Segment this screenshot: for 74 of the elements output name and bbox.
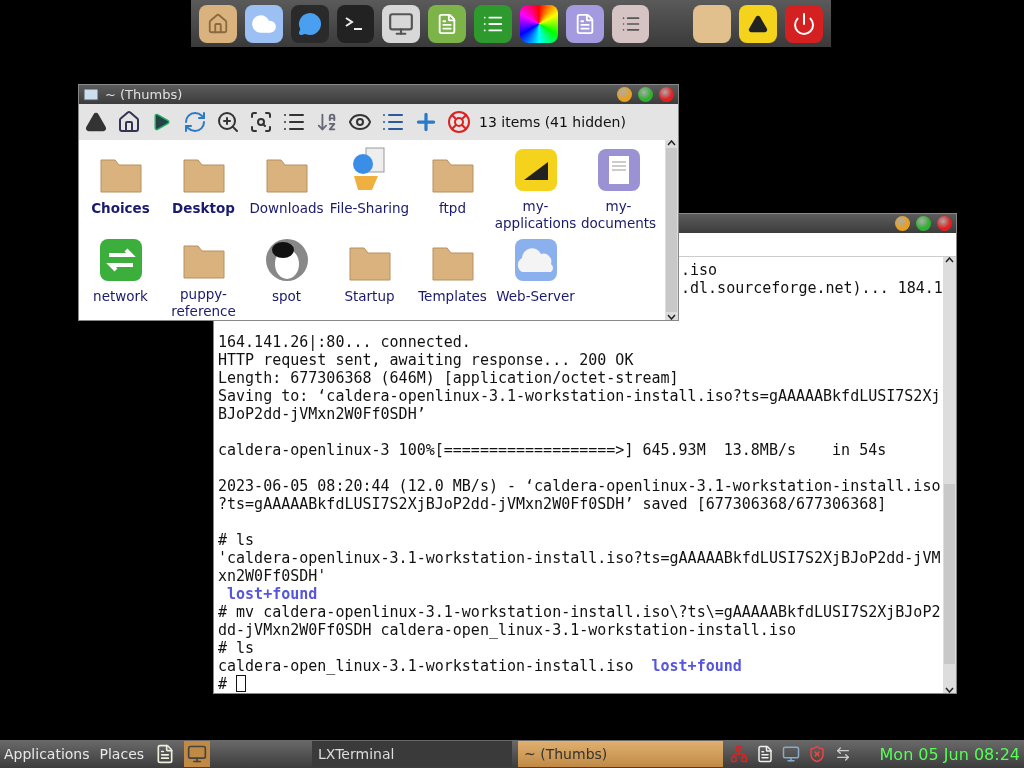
menu-button[interactable]: Applications xyxy=(2,746,92,762)
minimize-button[interactable] xyxy=(617,87,632,102)
folder-icon[interactable] xyxy=(199,4,237,43)
cloud-icon xyxy=(513,238,558,282)
zoom-fit-icon[interactable] xyxy=(248,109,274,135)
zoom-in-icon[interactable] xyxy=(215,109,241,135)
terminal-line: Length: 677306368 (646M) [application/octet-stream] xyxy=(218,369,679,387)
file-label[interactable]: Templates xyxy=(418,288,487,305)
terminal-line: # xyxy=(218,675,228,693)
file-label[interactable]: my-applications xyxy=(494,198,577,232)
terminal-line: caldera-open_linux-3.1-workstation-install.iso xyxy=(218,657,635,675)
close-button[interactable] xyxy=(937,216,952,232)
terminal-line: # ls xyxy=(218,531,255,549)
terminal-line: Saving to: ‘caldera-openlinux-3.1-workstation-install.iso?ts=gAAAAABkfdLUSI7S2Xj xyxy=(218,387,941,405)
scrollbar[interactable] xyxy=(665,140,678,320)
task-button[interactable]: ~ (Thumbs) xyxy=(518,741,724,767)
file-label[interactable]: Choices xyxy=(91,200,150,217)
file-label[interactable]: Startup xyxy=(344,288,395,305)
menu-button[interactable]: Places xyxy=(97,746,147,762)
maximize-button[interactable] xyxy=(638,87,653,102)
terminal-line: 2023-06-05 08:20:44 (12.0 MB/s) - ‘caldera-openlinux-3.1-workstation-install.iso xyxy=(218,477,941,495)
document-icon xyxy=(596,148,641,192)
home-icon[interactable] xyxy=(116,109,142,135)
chat-icon[interactable] xyxy=(290,4,329,43)
terminal-line: caldera-openlinux-3 100%[===================>] 645.93M 13.8MB/s in 54s xyxy=(218,441,887,459)
maximize-button[interactable] xyxy=(916,216,931,232)
scroll-down-icon[interactable] xyxy=(945,687,954,693)
folder-icon xyxy=(83,87,99,102)
desktop-icon[interactable] xyxy=(184,741,211,767)
status-text: 13 items (41 hidden) xyxy=(479,114,626,130)
scroll-up-icon[interactable] xyxy=(667,140,676,146)
refresh-icon[interactable] xyxy=(182,109,208,135)
terminal-line: # ls xyxy=(218,639,255,657)
document-icon[interactable] xyxy=(428,4,467,43)
terminal-line: ?ts=gAAAAABkfdLUSI7S2XjBJoP2dd-jVMxn2W0Ff0SDH’ saved [677306368/677306368] xyxy=(218,495,887,513)
file-label[interactable]: Desktop xyxy=(172,200,235,217)
terminal-line: HTTP request sent, awaiting response... 200 OK xyxy=(218,351,634,369)
terminal-line: 164.141.26|:80... connected. xyxy=(218,333,471,351)
file-label[interactable]: Web-Server xyxy=(496,288,575,305)
terminal-line: .dl.sourceforge.net)... 184.1 xyxy=(681,279,943,297)
network-icon xyxy=(98,238,143,282)
terminal-line: dd-jVMxn2W0Ff0SDH caldera-open_linux-3.1-workstation-install.iso xyxy=(218,621,796,639)
computer-icon[interactable] xyxy=(781,744,802,764)
box-icon[interactable] xyxy=(693,4,732,43)
file-label[interactable]: my-documents xyxy=(577,198,660,232)
help-icon[interactable] xyxy=(446,109,472,135)
document-icon[interactable] xyxy=(565,4,604,43)
monitor-icon[interactable] xyxy=(382,4,421,43)
window-title: ~ (Thumbs) xyxy=(105,87,184,102)
file-label[interactable]: File-Sharing xyxy=(329,200,410,217)
terminal-line: # mv caldera-openlinux-3.1-workstation-install.iso\?ts\=gAAAAABkfdLUSI7S2XjBJoP2 xyxy=(218,603,941,621)
terminal-line: 'caldera-openlinux-3.1-workstation-install.iso?ts=gAAAAABkfdLUSI7S2XjBJoP2dd-jVM xyxy=(218,549,941,567)
file-label[interactable]: puppy-reference xyxy=(162,286,245,320)
terminal-line: .iso xyxy=(681,261,718,279)
terminal-line: xn2W0Ff0SDH' xyxy=(218,567,327,585)
scroll-down-icon[interactable] xyxy=(667,314,676,320)
file-label[interactable]: Downloads xyxy=(249,200,324,217)
file-label[interactable]: network xyxy=(93,288,148,305)
color-wheel-icon[interactable] xyxy=(519,4,558,43)
task-button[interactable]: LXTerminal xyxy=(312,741,513,767)
terminal-line: BJoP2dd-jVMxn2W0Ff0SDH’ xyxy=(218,405,426,423)
scrollbar[interactable] xyxy=(943,257,956,693)
scroll-up-icon[interactable] xyxy=(945,257,954,263)
file-label[interactable]: ftpd xyxy=(439,200,466,217)
text-cursor xyxy=(236,675,247,692)
directory-name: lost+found xyxy=(226,585,318,603)
close-button[interactable] xyxy=(659,87,674,102)
cloud-icon[interactable] xyxy=(244,4,283,43)
file-label[interactable]: spot xyxy=(271,288,302,305)
terminal-icon[interactable] xyxy=(336,4,375,43)
minimize-button[interactable] xyxy=(895,216,910,232)
power-icon[interactable] xyxy=(785,4,823,43)
directory-name: lost+found xyxy=(651,657,742,675)
clock: Mon 05 Jun 08:24 xyxy=(879,744,1021,764)
